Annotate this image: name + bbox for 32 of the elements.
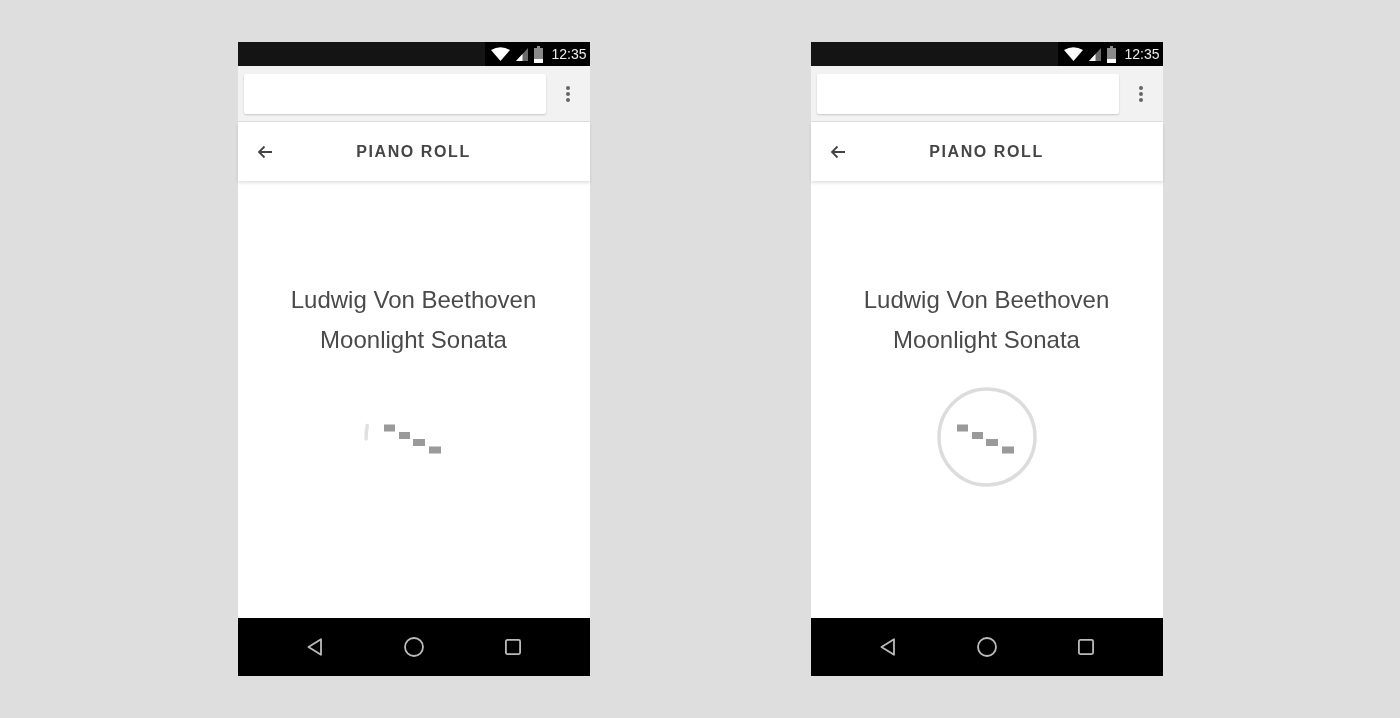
status-time: 12:35 xyxy=(551,46,587,62)
arrow-left-icon xyxy=(829,144,846,159)
address-field[interactable] xyxy=(816,73,1119,114)
address-field[interactable] xyxy=(243,73,546,114)
note-bars-icon xyxy=(383,424,441,454)
more-vertical-icon xyxy=(565,85,570,102)
spinner-arc-icon xyxy=(363,423,369,441)
more-vertical-icon xyxy=(1138,85,1143,102)
arrow-left-icon xyxy=(256,144,273,159)
page-title: PIANO ROLL xyxy=(356,142,471,161)
signal-icon xyxy=(1089,47,1102,61)
wifi-icon xyxy=(491,47,511,61)
back-icon xyxy=(880,638,895,656)
page-title: PIANO ROLL xyxy=(929,142,1044,161)
recents-icon xyxy=(504,639,521,655)
battery-icon xyxy=(1107,45,1117,63)
status-time: 12:35 xyxy=(1124,46,1160,62)
note-bars-icon xyxy=(956,424,1014,454)
signal-icon xyxy=(516,47,529,61)
spinner-ring-icon xyxy=(936,387,1037,487)
piece-title: Moonlight Sonata xyxy=(320,325,507,355)
home-icon xyxy=(976,637,997,657)
home-icon xyxy=(403,637,424,657)
piece-title: Moonlight Sonata xyxy=(893,325,1080,355)
composer-name: Ludwig Von Beethoven xyxy=(290,285,537,315)
back-icon xyxy=(307,638,322,656)
back-button[interactable] xyxy=(829,144,846,159)
battery-icon xyxy=(534,45,544,63)
composer-name: Ludwig Von Beethoven xyxy=(863,285,1110,315)
recents-icon xyxy=(1077,639,1094,655)
wifi-icon xyxy=(1064,47,1084,61)
back-button[interactable] xyxy=(256,144,273,159)
